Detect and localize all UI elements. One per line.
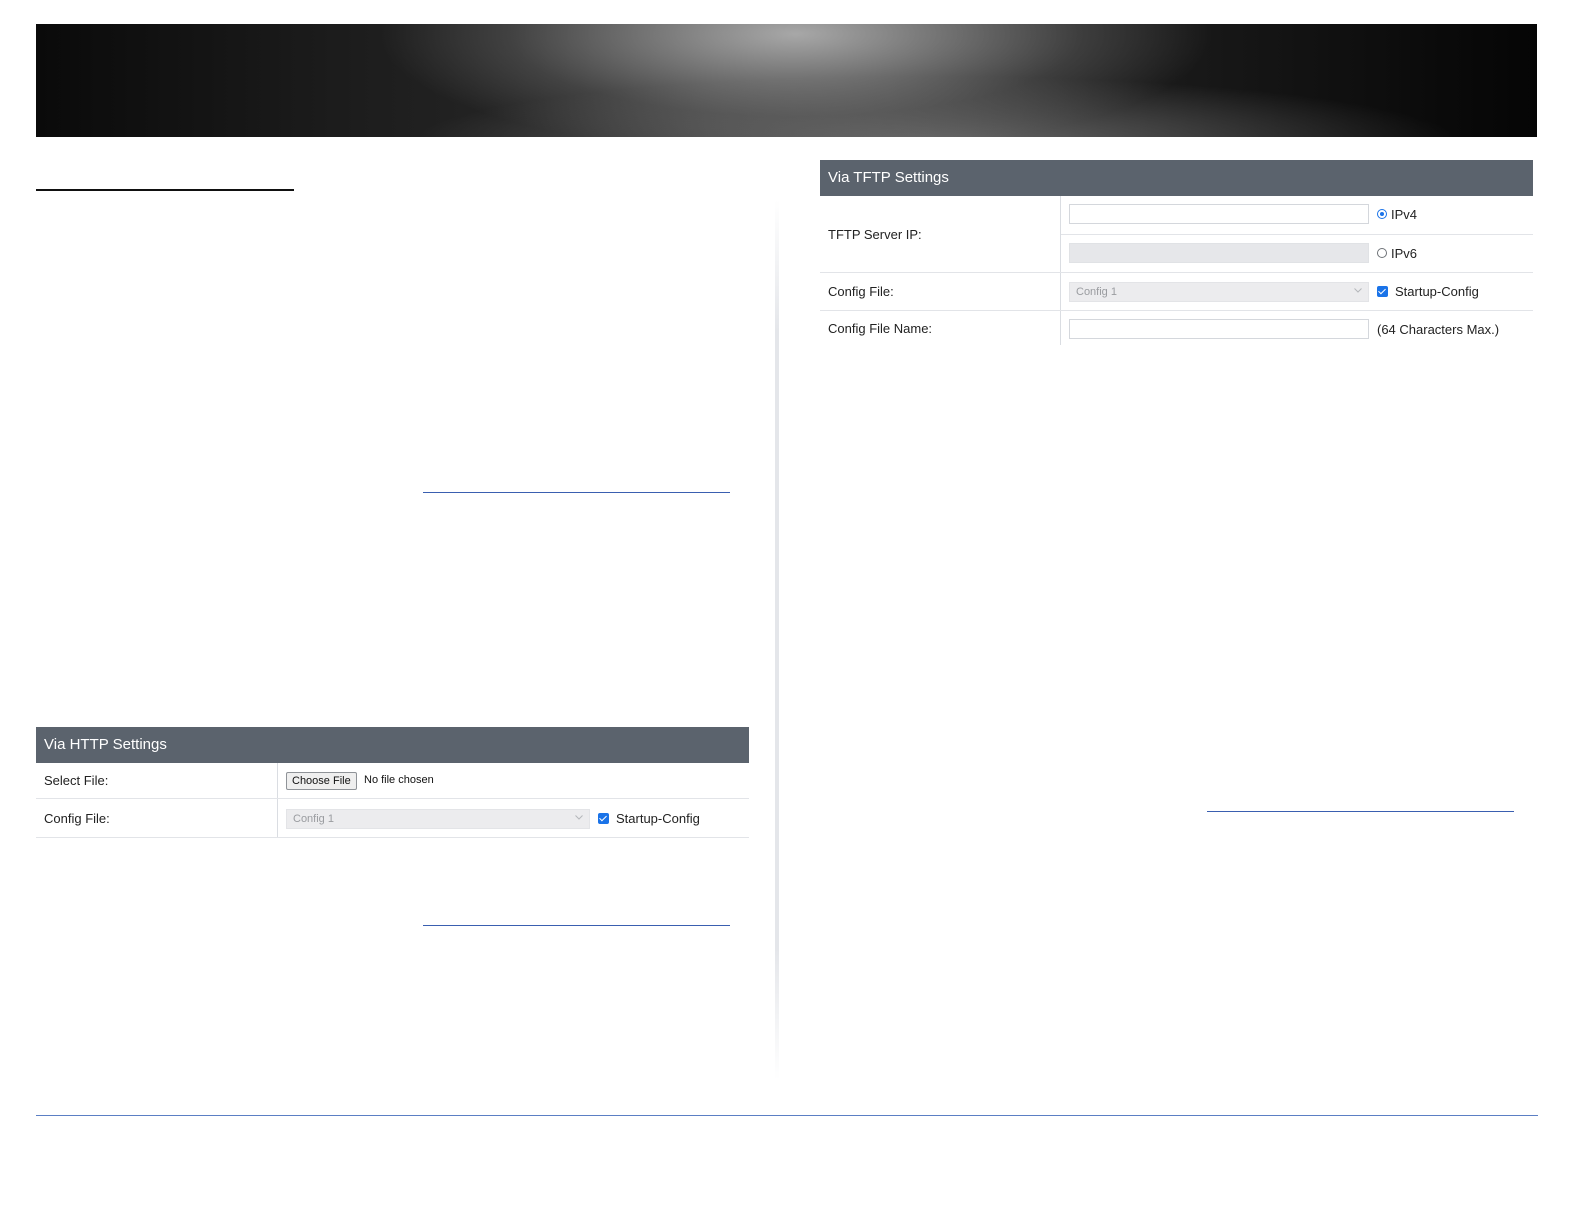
ipv4-address-input[interactable] [1069, 204, 1369, 224]
link-underline-3[interactable] [1207, 811, 1514, 812]
http-startup-config-label: Startup-Config [616, 811, 700, 826]
http-settings-panel: Via HTTP Settings Select File: Choose Fi… [36, 727, 749, 838]
http-config-file-select[interactable]: Config 1 [286, 809, 590, 829]
tftp-config-file-select[interactable]: Config 1 [1069, 282, 1369, 302]
section-heading-underline [36, 189, 294, 191]
link-underline-2[interactable] [423, 925, 730, 926]
column-divider [775, 200, 779, 1080]
ipv4-radio-label: IPv4 [1391, 207, 1418, 222]
link-underline-1[interactable] [423, 492, 730, 493]
ipv4-radio[interactable] [1377, 209, 1387, 219]
tftp-server-ip-values: IPv4 IPv6 [1061, 196, 1533, 272]
ip-subrow-divider [1061, 234, 1533, 235]
http-panel-title: Via HTTP Settings [36, 727, 749, 763]
http-config-file-row: Config File: Config 1 Startup-Config [36, 799, 749, 838]
http-startup-config-checkbox[interactable] [598, 813, 609, 824]
chevron-down-icon [1354, 288, 1362, 293]
ipv6-radio[interactable] [1377, 248, 1387, 258]
tftp-startup-config-checkbox[interactable] [1377, 286, 1388, 297]
tftp-settings-panel: Via TFTP Settings TFTP Server IP: IPv4 I… [820, 160, 1533, 345]
tftp-config-file-name-row: Config File Name: (64 Characters Max.) [820, 311, 1533, 345]
ipv6-address-input[interactable] [1069, 243, 1369, 263]
tftp-startup-config-label: Startup-Config [1395, 284, 1479, 299]
header-banner [36, 24, 1537, 137]
footer-rule [36, 1115, 1538, 1116]
tftp-config-file-name-values: (64 Characters Max.) [1061, 311, 1533, 345]
http-select-file-row: Select File: Choose File No file chosen [36, 763, 749, 799]
config-file-name-input[interactable] [1069, 319, 1369, 339]
tftp-config-file-selected: Config 1 [1076, 286, 1117, 298]
config-file-name-hint: (64 Characters Max.) [1377, 322, 1500, 337]
tftp-config-file-name-label: Config File Name: [820, 311, 1061, 345]
http-select-file-label: Select File: [36, 763, 278, 798]
ipv6-radio-label: IPv6 [1391, 246, 1418, 261]
tftp-config-file-row: Config File: Config 1 Startup-Config [820, 273, 1533, 311]
chevron-down-icon [575, 815, 583, 820]
http-config-file-label: Config File: [36, 799, 278, 837]
file-status-text: No file chosen [364, 774, 434, 786]
http-select-file-values: Choose File No file chosen [278, 763, 749, 798]
tftp-server-ip-row: TFTP Server IP: IPv4 IPv6 [820, 196, 1533, 273]
http-config-file-values: Config 1 Startup-Config [278, 799, 749, 837]
choose-file-button[interactable]: Choose File [286, 772, 357, 790]
tftp-config-file-label: Config File: [820, 273, 1061, 310]
http-config-file-selected: Config 1 [293, 813, 334, 825]
tftp-config-file-values: Config 1 Startup-Config [1061, 273, 1533, 310]
tftp-panel-title: Via TFTP Settings [820, 160, 1533, 196]
tftp-server-ip-label: TFTP Server IP: [820, 196, 1061, 272]
